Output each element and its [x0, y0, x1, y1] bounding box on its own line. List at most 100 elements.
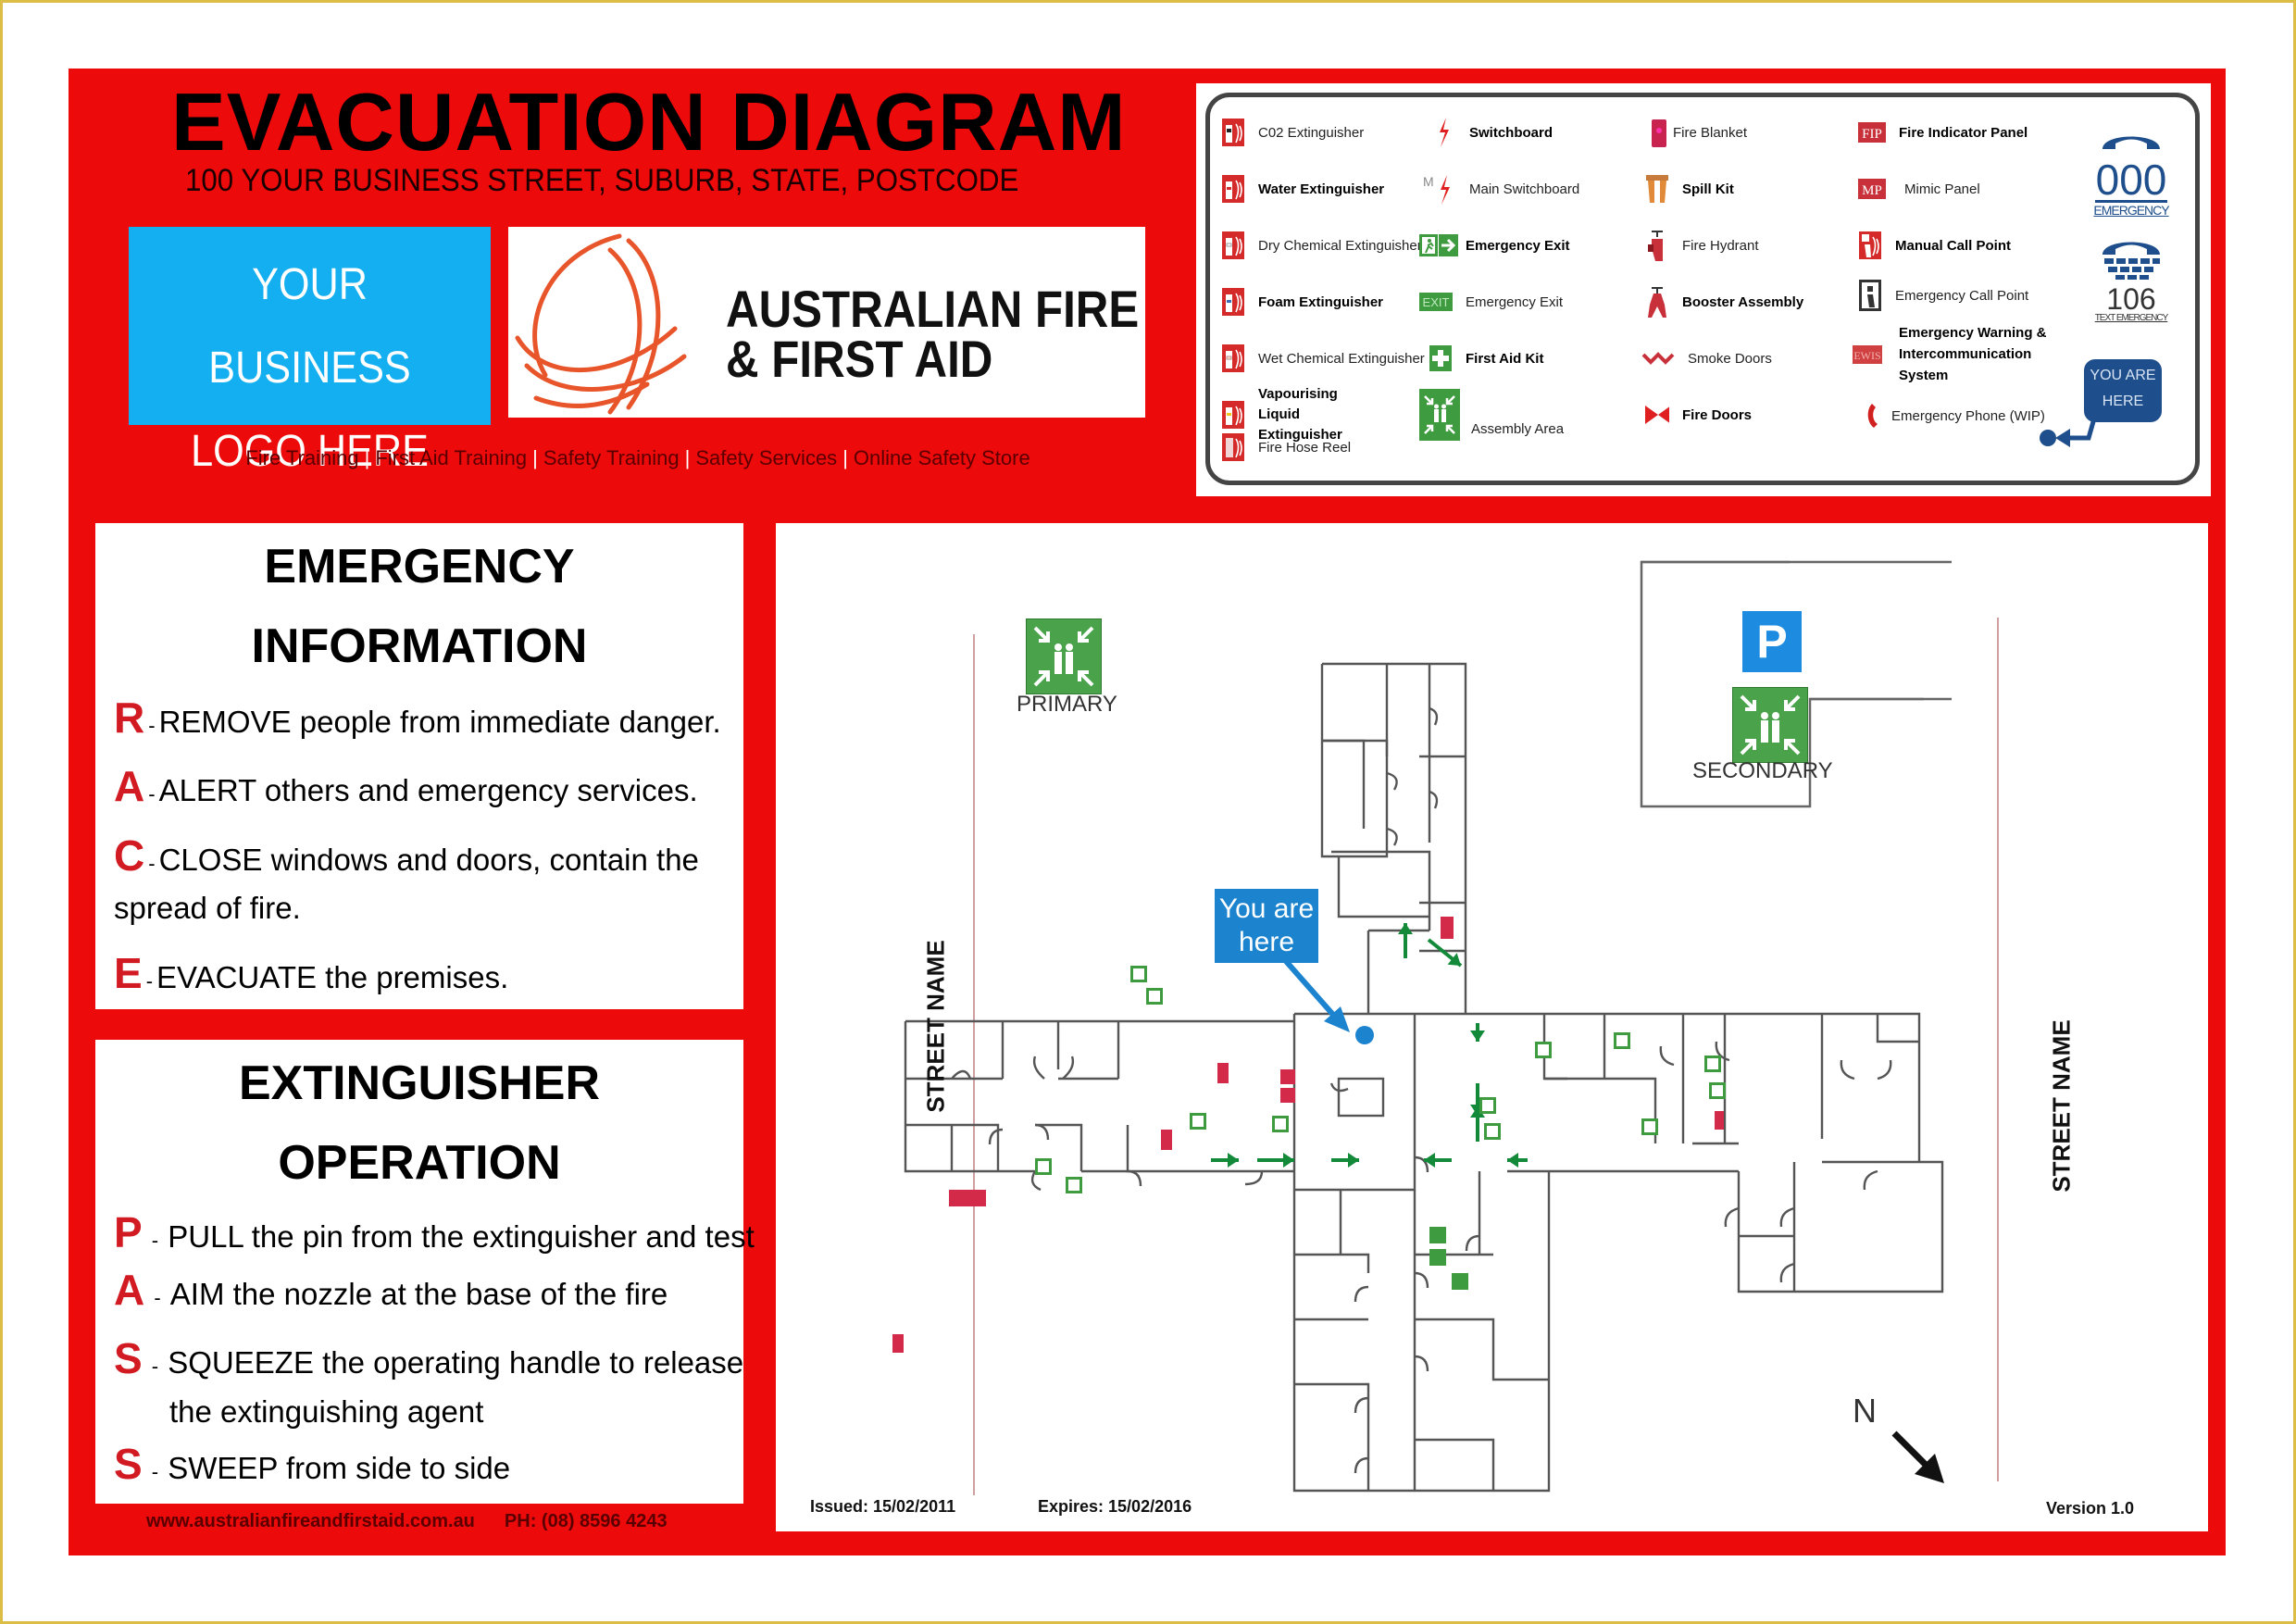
emergency-exit-running-man-icon — [1419, 231, 1458, 260]
fire-hose-reel-icon — [1221, 432, 1245, 462]
legend-label: Booster Assembly — [1682, 294, 1804, 310]
step-letter: R — [114, 693, 145, 742]
step-text: the operating handle to release — [322, 1345, 744, 1380]
legend-item: Fire Hose Reel — [1221, 432, 1351, 462]
step-letter: E — [114, 949, 143, 997]
main-switchboard-icon: M — [1423, 174, 1456, 205]
manual-call-point-icon — [1858, 231, 1882, 260]
assembly-area-icon — [1419, 389, 1460, 441]
floor-plan-map: PRIMARY P SECONDARY STREET NAME STREET N… — [776, 523, 2208, 1531]
service-link[interactable]: Online Safety Store — [854, 446, 1030, 469]
extinguisher-operation-panel: EXTINGUISHER OPERATION P - PULL the pin … — [95, 1040, 755, 1504]
you-are-here-pointer-icon — [1282, 958, 1374, 1044]
phone-number: PH: (08) 8596 4243 — [504, 1511, 668, 1531]
svg-text:EWIS: EWIS — [1853, 349, 1880, 362]
step-text: the premises. — [325, 960, 509, 994]
step-letter: P — [114, 1208, 143, 1256]
version-label: Version 1.0 — [2046, 1499, 2135, 1518]
legend-item: Emergency Exit — [1419, 231, 1570, 260]
fire-doors-icon — [1645, 400, 1669, 430]
legend-item: Fire Blanket — [1651, 118, 1747, 147]
water-extinguisher-icon — [1221, 174, 1245, 204]
legend-frame: C02 Extinguisher Water Extinguisher Dry … — [1205, 93, 2200, 485]
separator: | — [842, 446, 848, 469]
legend-item: EWIS Emergency Warning & Intercommunicat… — [1853, 322, 2065, 386]
legend-item: Emergency Call Point — [1858, 280, 2028, 311]
evacuation-arrow-icon — [1257, 1153, 1294, 1168]
step-letter: A — [114, 762, 145, 810]
service-link[interactable]: Safety Training — [543, 446, 680, 469]
separator: | — [684, 446, 691, 469]
evacuation-arrow-icon — [1507, 1153, 1528, 1168]
service-link[interactable]: First Aid Training — [375, 446, 527, 469]
spill-kit-icon — [1645, 174, 1669, 204]
legend-label: Switchboard — [1469, 124, 1554, 141]
website-link[interactable]: www.australianfireandfirstaid.com.au — [146, 1511, 475, 1531]
legend-you-are-here-pointer-icon — [2040, 412, 2099, 447]
service-link[interactable]: Safety Services — [695, 446, 837, 469]
legend-item: Water Extinguisher — [1221, 174, 1384, 204]
step-keyword: AIM — [169, 1277, 225, 1311]
svg-text:MP: MP — [1862, 183, 1882, 198]
fire-equipment-icon — [1217, 1063, 1229, 1083]
exit-sign-icon — [1452, 1273, 1468, 1290]
secondary-assembly-area-icon — [1732, 687, 1808, 763]
step-letter: S — [114, 1440, 143, 1488]
exit-sign-icon — [1429, 1227, 1446, 1243]
fire-indicator-panel-icon: FIP — [1858, 118, 1886, 147]
legend-label: Wet Chemical Extinguisher — [1258, 350, 1425, 367]
race-step-close: C - CLOSE windows and doors, contain the — [114, 831, 699, 880]
pass-step-squeeze: S - SQUEEZE the operating handle to rele… — [114, 1334, 744, 1382]
street-name-right: STREET NAME — [2047, 1019, 2076, 1193]
legend-label: Main Switchboard — [1469, 181, 1580, 197]
tty-phone-icon — [2103, 242, 2160, 280]
legend-item: Emergency Phone (WIP) — [1866, 401, 2045, 431]
expiry-date: Expires: 15/02/2016 — [1038, 1497, 1192, 1516]
step-text: from side to side — [286, 1451, 511, 1485]
legend-label: Fire Blanket — [1673, 124, 1748, 141]
pass-step-aim: A - AIM the nozzle at the base of the fi… — [114, 1266, 668, 1314]
fire-blanket-icon — [1651, 118, 1667, 147]
north-label: N — [1853, 1392, 1877, 1430]
legend-label: Spill Kit — [1682, 181, 1734, 197]
legend-item: First Aid Kit — [1429, 344, 1543, 373]
svg-text:EXIT: EXIT — [1423, 295, 1450, 309]
first-aid-kit-icon — [1429, 344, 1453, 373]
legend-item: M Main Switchboard — [1423, 174, 1580, 205]
legend-label: Water Extinguisher — [1258, 181, 1385, 197]
emergency-number: 000 — [2095, 156, 2167, 204]
evacuation-arrow-icon — [1331, 1153, 1359, 1168]
legend-item: FIP Fire Indicator Panel — [1858, 118, 2028, 147]
switchboard-icon — [1432, 118, 1456, 147]
pass-step-sweep: S - SWEEP from side to side — [114, 1440, 511, 1488]
text-emergency-number: 106 — [2106, 282, 2156, 316]
issued-date: Issued: 15/02/2011 — [810, 1497, 956, 1516]
legend-label: Fire Hose Reel — [1258, 439, 1352, 456]
legend-item: Wet Chemical Extinguisher — [1221, 344, 1425, 373]
step-text: people from immediate danger. — [299, 705, 721, 739]
text-emergency-label: TEXT EMERGENCY — [2094, 313, 2169, 323]
step-letter: S — [114, 1334, 143, 1382]
race-step-close-continuation: spread of fire. — [114, 891, 301, 925]
legend-label: First Aid Kit — [1466, 350, 1544, 367]
business-address: 100 YOUR BUSINESS STREET, SUBURB, STATE,… — [185, 163, 1019, 198]
wet-chemical-extinguisher-icon — [1221, 344, 1245, 373]
ewis-icon: EWIS — [1853, 340, 1882, 369]
legend-label: Emergency Phone (WIP) — [1891, 407, 2045, 424]
race-step-evacuate: E - EVACUATE the premises. — [114, 949, 509, 997]
emergency-000-block: 000 EMERGENCY — [2090, 129, 2173, 218]
legend-label: Foam Extinguisher — [1258, 294, 1384, 310]
fire-equipment-icon — [1161, 1130, 1172, 1150]
fire-equipment-icon — [892, 1334, 904, 1353]
service-link[interactable]: Fire Training — [245, 446, 358, 469]
legend-item: Assembly Area — [1419, 389, 1564, 441]
legend-you-are-here-line-1: YOU ARE — [2090, 368, 2156, 383]
foam-extinguisher-icon — [1221, 287, 1245, 317]
secondary-assembly-label: SECONDARY — [1692, 758, 1833, 783]
symbol-legend: C02 Extinguisher Water Extinguisher Dry … — [1196, 83, 2211, 496]
evacuation-arrow-icon — [1470, 1023, 1485, 1042]
mimic-panel-icon: MP — [1858, 174, 1886, 204]
legend-label: Emergency Exit — [1466, 237, 1570, 254]
step-text: the pin from the extinguisher and test — [251, 1219, 755, 1254]
fire-equipment-icon — [1280, 1088, 1295, 1103]
